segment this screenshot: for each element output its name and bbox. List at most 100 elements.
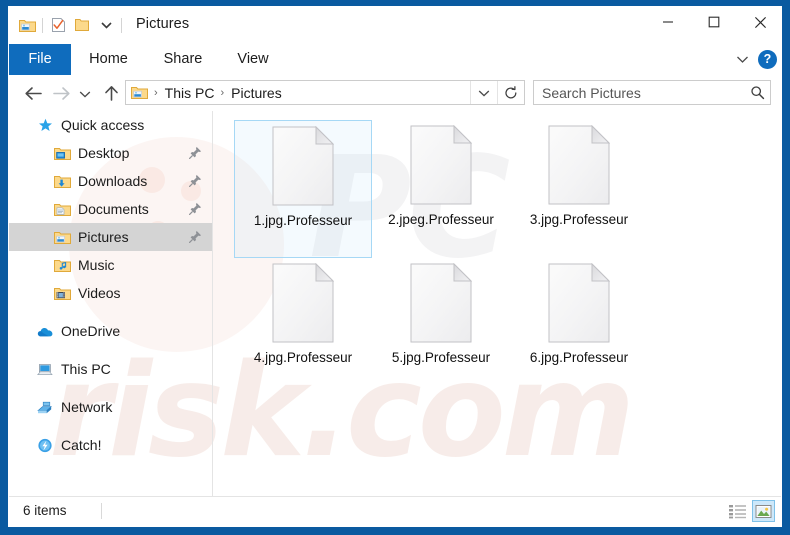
recent-locations-button[interactable] xyxy=(75,81,95,106)
caption-buttons xyxy=(645,7,781,37)
this-pc-icon xyxy=(37,361,54,378)
back-button[interactable] xyxy=(21,81,46,106)
navigation-bar: › This PC › Pictures xyxy=(9,75,781,111)
help-button[interactable]: ? xyxy=(758,50,777,69)
sidebar-item-catch[interactable]: Catch! xyxy=(9,431,212,459)
sidebar-item-pictures[interactable]: Pictures xyxy=(9,223,212,251)
onedrive-cloud-icon xyxy=(37,323,54,340)
breadcrumb-pictures[interactable]: Pictures xyxy=(228,85,285,101)
maximize-button[interactable] xyxy=(691,7,737,37)
properties-icon[interactable] xyxy=(15,14,39,36)
explorer-window: PC risk.com Pictures File Home Share Vie… xyxy=(0,0,790,535)
file-name-label: 3.jpg.Professeur xyxy=(529,212,629,227)
sidebar-item-label: Documents xyxy=(78,201,149,217)
tab-view[interactable]: View xyxy=(220,44,286,75)
item-count-label: 6 items xyxy=(23,503,67,518)
large-icons-view-button[interactable] xyxy=(752,500,775,522)
file-item[interactable]: 4.jpg.Professeur xyxy=(234,258,372,396)
file-item[interactable]: 5.jpg.Professeur xyxy=(372,258,510,396)
breadcrumb-separator-2: › xyxy=(220,86,225,99)
close-button[interactable] xyxy=(737,7,781,37)
chevron-down-icon[interactable] xyxy=(736,55,749,64)
star-icon xyxy=(37,117,54,134)
forward-button[interactable] xyxy=(49,81,74,106)
blank-file-icon xyxy=(272,262,335,343)
pictures-folder-icon xyxy=(131,85,148,100)
sidebar-item-network[interactable]: Network xyxy=(9,393,212,421)
breadcrumb[interactable]: › This PC › Pictures xyxy=(126,81,470,104)
sidebar-item-videos[interactable]: Videos xyxy=(9,279,212,307)
file-item[interactable]: 6.jpg.Professeur xyxy=(510,258,648,396)
blank-file-icon xyxy=(548,262,611,343)
title-divider xyxy=(121,17,122,33)
file-list-pane[interactable]: 1.jpg.Professeur 2.jpeg.Professeur 3.jpg.P… xyxy=(213,111,781,499)
chevron-down-icon[interactable] xyxy=(94,14,118,36)
refresh-icon[interactable] xyxy=(497,81,524,104)
pictures-folder-icon xyxy=(54,229,71,246)
checkbox-icon[interactable] xyxy=(46,14,70,36)
sidebar-item-downloads[interactable]: Downloads xyxy=(9,167,212,195)
tab-share[interactable]: Share xyxy=(146,44,220,75)
chevron-down-icon[interactable] xyxy=(470,81,497,104)
breadcrumb-separator: › xyxy=(154,86,158,99)
pin-icon[interactable] xyxy=(189,174,202,187)
blank-file-icon xyxy=(272,125,335,206)
new-folder-icon[interactable] xyxy=(70,14,94,36)
videos-folder-icon xyxy=(54,285,71,302)
file-item[interactable]: 2.jpeg.Professeur xyxy=(372,120,510,258)
desktop-folder-icon xyxy=(54,145,71,162)
network-icon xyxy=(37,399,54,416)
sidebar-item-onedrive[interactable]: OneDrive xyxy=(9,317,212,345)
sidebar-item-label: OneDrive xyxy=(61,323,121,339)
music-folder-icon xyxy=(54,257,71,274)
catch-app-icon xyxy=(37,437,54,454)
minimize-button[interactable] xyxy=(645,7,691,37)
navigation-pane: Quick access Desktop Downloads Documents Pic… xyxy=(9,111,213,499)
status-bar: 6 items xyxy=(9,496,781,526)
pin-icon[interactable] xyxy=(189,202,202,215)
search-input[interactable] xyxy=(534,81,744,104)
sidebar-item-label: Pictures xyxy=(78,229,129,245)
file-name-label: 4.jpg.Professeur xyxy=(253,350,353,365)
blank-file-icon xyxy=(548,124,611,205)
sidebar-item-desktop[interactable]: Desktop xyxy=(9,139,212,167)
downloads-folder-icon xyxy=(54,173,71,190)
file-item[interactable]: 3.jpg.Professeur xyxy=(510,120,648,258)
breadcrumb-this-pc[interactable]: This PC xyxy=(162,85,218,101)
pin-icon[interactable] xyxy=(189,146,202,159)
tab-home[interactable]: Home xyxy=(71,44,146,75)
pin-icon[interactable] xyxy=(189,230,202,243)
file-grid: 1.jpg.Professeur 2.jpeg.Professeur 3.jpg.P… xyxy=(234,120,781,396)
ribbon-tab-bar: File Home Share View ? xyxy=(9,44,781,76)
status-divider xyxy=(101,503,102,519)
file-name-label: 1.jpg.Professeur xyxy=(253,213,353,228)
sidebar-item-this-pc[interactable]: This PC xyxy=(9,355,212,383)
search-box[interactable] xyxy=(533,80,771,105)
blank-file-icon xyxy=(410,262,473,343)
content-area: Quick access Desktop Downloads Documents Pic… xyxy=(9,111,781,499)
up-button[interactable] xyxy=(99,81,124,106)
sidebar-item-label: Desktop xyxy=(78,145,130,161)
quick-access-toolbar xyxy=(15,13,125,37)
sidebar-item-label: Catch! xyxy=(61,437,102,453)
file-item[interactable]: 1.jpg.Professeur xyxy=(234,120,372,258)
title-bar: Pictures xyxy=(9,7,781,44)
file-name-label: 2.jpeg.Professeur xyxy=(388,212,494,227)
search-icon[interactable] xyxy=(744,81,770,104)
documents-folder-icon xyxy=(54,201,71,218)
blank-file-icon xyxy=(410,124,473,205)
toolbar-divider xyxy=(42,17,43,33)
address-bar[interactable]: › This PC › Pictures xyxy=(125,80,525,105)
ribbon-right-controls: ? xyxy=(736,44,777,75)
details-view-button[interactable] xyxy=(726,500,749,522)
sidebar-item-documents[interactable]: Documents xyxy=(9,195,212,223)
tab-file[interactable]: File xyxy=(9,44,71,75)
sidebar-item-label: This PC xyxy=(61,361,111,377)
sidebar-item-music[interactable]: Music xyxy=(9,251,212,279)
sidebar-item-label: Downloads xyxy=(78,173,148,189)
sidebar-item-quick-access[interactable]: Quick access xyxy=(9,111,212,139)
window-title: Pictures xyxy=(136,16,190,32)
